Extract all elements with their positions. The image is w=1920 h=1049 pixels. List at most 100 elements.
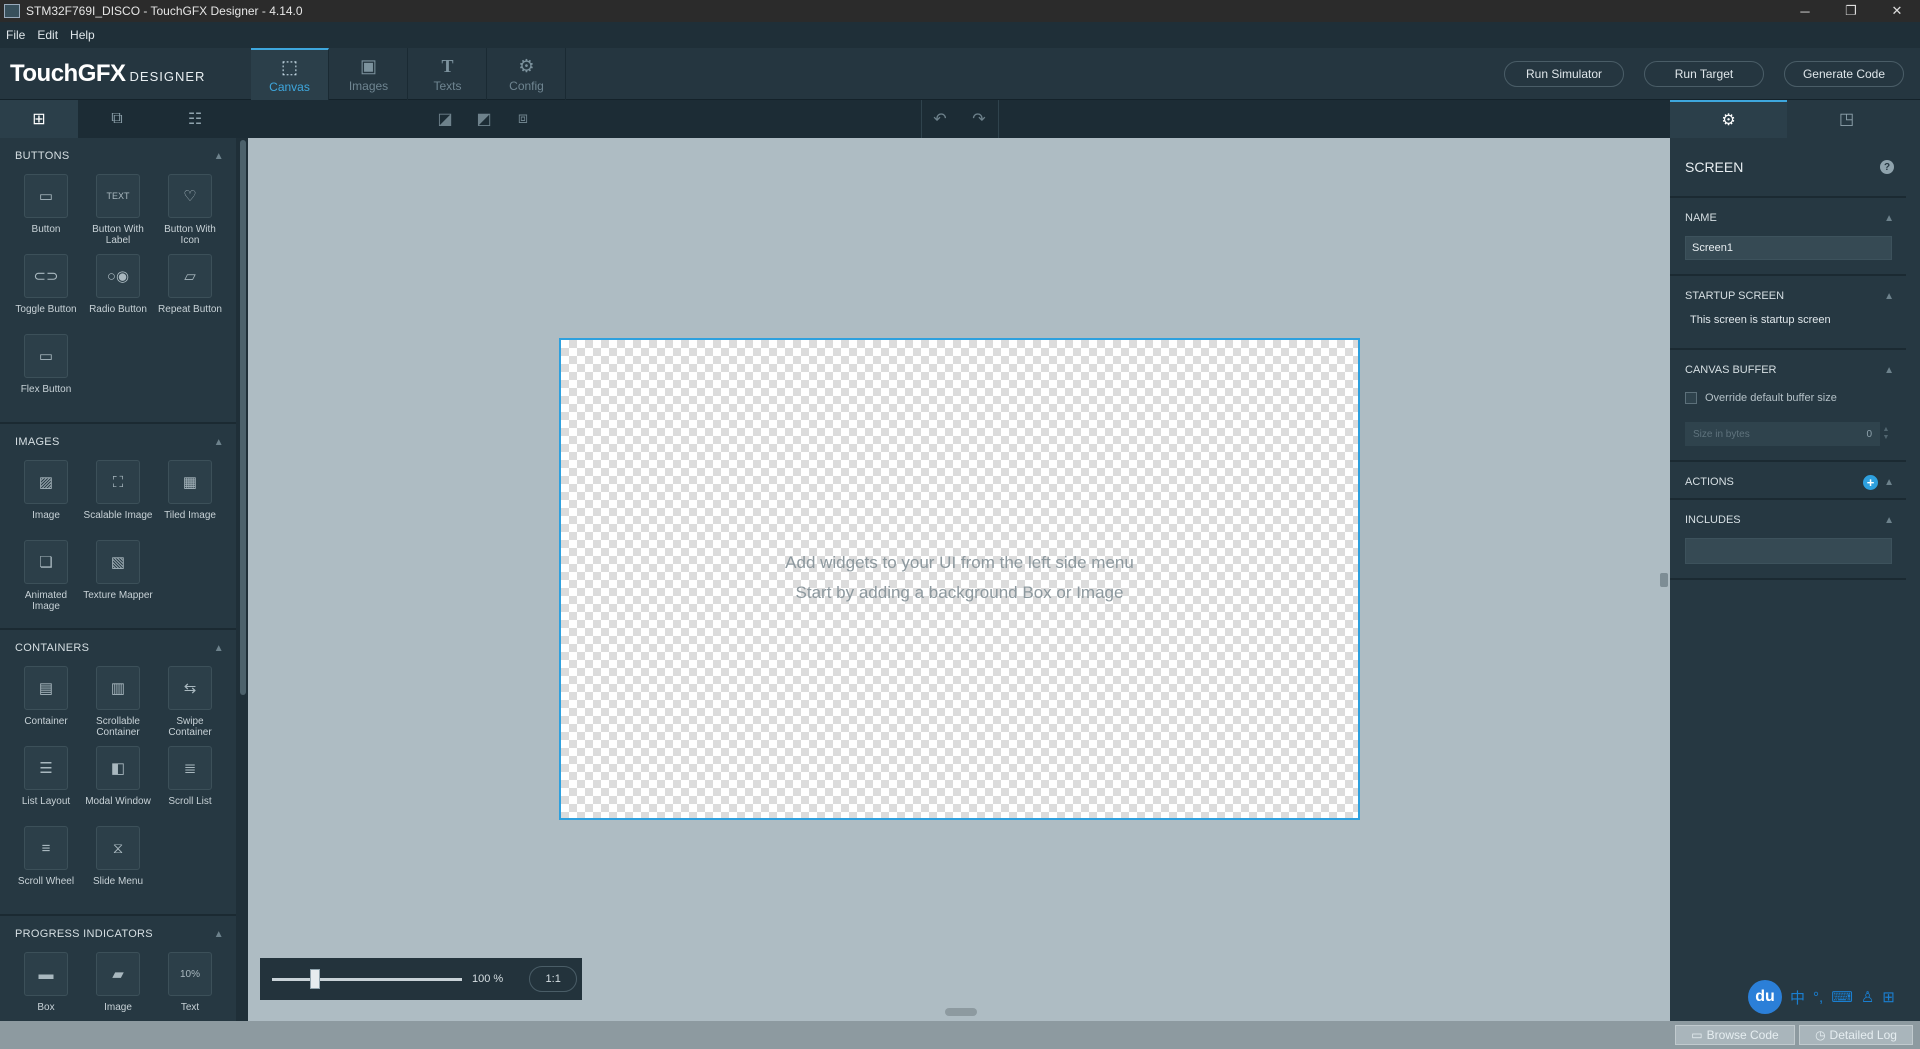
run-target-button[interactable]: Run Target (1644, 61, 1764, 87)
canvas-hint-line1: Add widgets to your UI from the left sid… (785, 553, 1134, 572)
tab-interactions[interactable]: ☷ (156, 100, 234, 138)
text-button-icon: TEXT (96, 174, 140, 218)
widget-flex-button[interactable]: ▭ Flex Button (10, 334, 82, 414)
chevron-up-icon[interactable]: ▲ (1884, 291, 1894, 302)
widget-container[interactable]: ▤ Container (10, 666, 82, 746)
scrollbar-thumb[interactable] (240, 140, 246, 695)
widget-button[interactable]: ▭ Button (10, 174, 82, 254)
tab-properties[interactable]: ⚙ (1670, 100, 1787, 138)
list-layout-icon: ☰ (24, 746, 68, 790)
zoom-slider-handle[interactable] (310, 968, 320, 989)
tab-config-label: Config (509, 78, 544, 93)
widget-scrollable-container[interactable]: ▥ Scrollable Container (82, 666, 154, 746)
scrollable-container-icon: ▥ (96, 666, 140, 710)
touchgfx-logo: TouchGFX DESIGNER (10, 60, 205, 88)
override-buffer-checkbox[interactable] (1685, 392, 1697, 404)
chevron-up-icon[interactable]: ▲ (1884, 515, 1894, 526)
section-title: IMAGES (15, 436, 60, 448)
menu-edit[interactable]: Edit (31, 28, 64, 42)
widget-swipe-container[interactable]: ⇆ Swipe Container (154, 666, 226, 746)
section-header[interactable]: IMAGES ▲ (0, 424, 236, 460)
section-containers: CONTAINERS ▲ ▤ Container ▥ Scrollable Conta… (0, 630, 236, 916)
canvas-buffer-section: CANVAS BUFFER ▲ Override default buffer s… (1670, 352, 1906, 462)
screen-canvas[interactable] (559, 338, 1360, 820)
tab-texts[interactable]: T Texts (409, 48, 487, 100)
widget-image-progress[interactable]: ▰ Image (82, 952, 154, 1021)
zoom-reset-button[interactable]: 1:1 (529, 966, 578, 992)
texts-icon: T (441, 55, 454, 76)
redo-icon[interactable]: ↷ (965, 106, 993, 132)
widget-scalable-image[interactable]: ⛶ Scalable Image (82, 460, 154, 540)
send-to-back-icon[interactable]: ◩ (470, 106, 498, 132)
sliders-icon: ☷ (187, 111, 203, 128)
zoom-value: 100 % (472, 973, 504, 985)
grid-menu-icon[interactable]: ⊞ (1882, 988, 1895, 1006)
widget-list-layout[interactable]: ☰ List Layout (10, 746, 82, 826)
minimize-icon[interactable]: ─ (1782, 0, 1828, 22)
widget-label: Image (104, 1002, 132, 1013)
section-header[interactable]: PROGRESS INDICATORS ▲ (0, 916, 236, 952)
screen-name-input[interactable]: Screen1 (1685, 236, 1892, 260)
undo-icon[interactable]: ↶ (926, 106, 954, 132)
buffer-size-input[interactable]: Size in bytes 0 (1685, 422, 1880, 446)
widget-text-progress[interactable]: 10% Text (154, 952, 226, 1021)
modal-window-icon: ◧ (96, 746, 140, 790)
close-icon[interactable]: ✕ (1874, 0, 1920, 22)
stepper-icon[interactable]: ▲ ▼ (1880, 426, 1892, 442)
run-simulator-button[interactable]: Run Simulator (1504, 61, 1624, 87)
tab-interactions-right[interactable]: ◳ (1788, 100, 1905, 138)
widget-animated-image[interactable]: ❏ Animated Image (10, 540, 82, 620)
panel-splitter-handle[interactable] (1660, 573, 1668, 587)
add-action-icon[interactable]: + (1863, 474, 1879, 490)
generate-code-button[interactable]: Generate Code (1784, 61, 1904, 87)
ime-language[interactable]: 中 (1790, 987, 1805, 1008)
includes-input[interactable] (1685, 538, 1892, 564)
chevron-up-icon[interactable]: ▲ (1884, 213, 1894, 224)
widget-image[interactable]: ▨ Image (10, 460, 82, 540)
properties-title: SCREEN (1685, 159, 1744, 175)
widget-texture-mapper[interactable]: ▧ Texture Mapper (82, 540, 154, 620)
widget-panel-scrollbar[interactable] (238, 138, 248, 1021)
detailed-log-button[interactable]: ◷ Detailed Log (1799, 1025, 1913, 1045)
widget-box-progress[interactable]: ▬ Box (10, 952, 82, 1021)
toolbar-divider (921, 100, 922, 138)
tab-config[interactable]: ⚙ Config (488, 48, 566, 100)
startup-section: STARTUP SCREEN ▲ This screen is startup s… (1670, 278, 1906, 350)
tab-canvas[interactable]: ⬚ Canvas (251, 48, 329, 100)
zoom-slider[interactable] (272, 968, 462, 989)
widget-scroll-wheel[interactable]: ≡ Scroll Wheel (10, 826, 82, 906)
widget-slide-menu[interactable]: ⧖ Slide Menu (82, 826, 154, 906)
screen-header: SCREEN ? (1670, 138, 1906, 198)
punctuation-icon[interactable]: °, (1813, 989, 1823, 1006)
override-buffer-label: Override default buffer size (1705, 392, 1837, 404)
bottom-panel-handle[interactable] (945, 1008, 977, 1016)
keyboard-icon[interactable]: ⌨ (1831, 988, 1853, 1006)
chevron-up-icon[interactable]: ▲ (1884, 477, 1894, 488)
widget-toggle-button[interactable]: ⊂⊃ Toggle Button (10, 254, 82, 334)
bring-to-front-icon[interactable]: ◪ (431, 106, 459, 132)
menu-file[interactable]: File (0, 28, 31, 42)
help-icon[interactable]: ? (1880, 160, 1894, 174)
section-header[interactable]: BUTTONS ▲ (0, 138, 236, 174)
chevron-up-icon[interactable]: ▲ (1884, 365, 1894, 376)
restore-icon[interactable]: ❐ (1828, 0, 1874, 22)
arrange-icon[interactable]: ⧈ (509, 106, 537, 132)
user-icon[interactable]: ♙ (1861, 988, 1874, 1006)
widget-radio-button[interactable]: ○◉ Radio Button (82, 254, 154, 334)
widget-repeat-button[interactable]: ▱ Repeat Button (154, 254, 226, 334)
widget-scroll-list[interactable]: ≣ Scroll List (154, 746, 226, 826)
browse-code-button[interactable]: ▭ Browse Code (1675, 1025, 1795, 1045)
ime-logo[interactable]: du (1748, 980, 1782, 1014)
widget-button-with-icon[interactable]: ♡ Button With Icon (154, 174, 226, 254)
widget-tiled-image[interactable]: ▦ Tiled Image (154, 460, 226, 540)
menu-bar: File Edit Help (0, 22, 1920, 48)
radio-icon: ○◉ (96, 254, 140, 298)
texture-mapper-icon: ▧ (96, 540, 140, 584)
menu-help[interactable]: Help (64, 28, 101, 42)
tab-widgets[interactable]: ⊞ (0, 100, 78, 138)
widget-button-with-label[interactable]: TEXT Button With Label (82, 174, 154, 254)
widget-modal-window[interactable]: ◧ Modal Window (82, 746, 154, 826)
section-header[interactable]: CONTAINERS ▲ (0, 630, 236, 666)
tab-images[interactable]: ▣ Images (330, 48, 408, 100)
tab-tree[interactable]: ⧉ (78, 100, 156, 138)
